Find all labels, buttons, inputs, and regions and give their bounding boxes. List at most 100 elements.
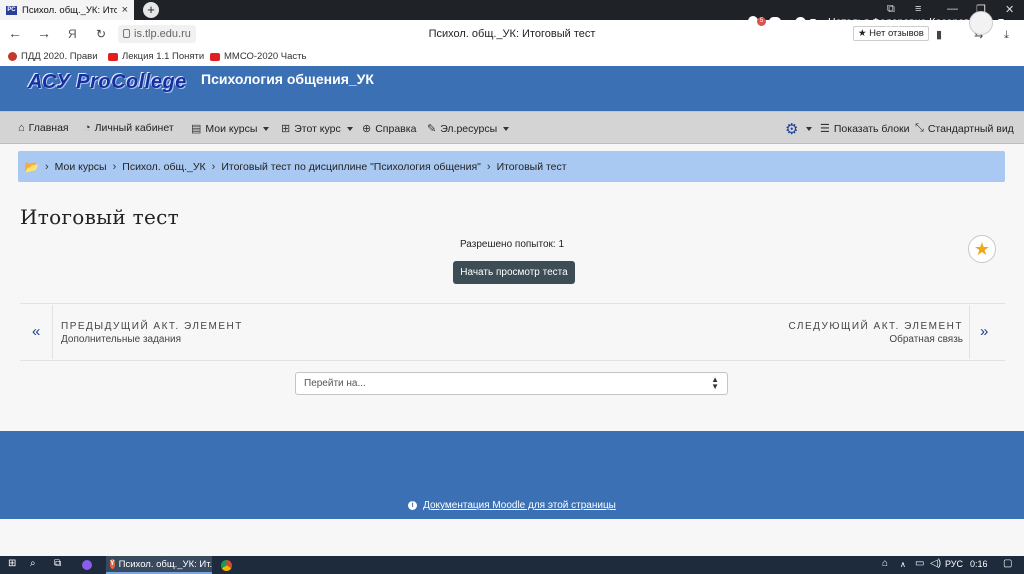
page-title: Итоговый тест	[20, 205, 179, 229]
taskbar-browser-app[interactable]: Y Психол. общ._УК: Ит...	[106, 556, 212, 574]
collections-icon[interactable]: ⧉	[887, 3, 895, 16]
breadcrumb-separator-icon: ›	[112, 160, 117, 173]
menu-item-dashboard[interactable]: ◔ Личный кабинет	[84, 122, 174, 134]
menu-item-this-course[interactable]: ⊞ Этот курс	[281, 122, 353, 135]
clock[interactable]: 0:16	[970, 559, 988, 569]
site-favicon-icon: РС	[6, 5, 17, 15]
breadcrumb-item[interactable]: Психол. общ._УК	[122, 161, 205, 173]
breadcrumb-item[interactable]: Итоговый тест по дисциплине "Психология …	[221, 161, 481, 173]
menu-item-label: Справка	[375, 122, 417, 135]
prev-activity-name[interactable]: Дополнительные задания	[61, 334, 181, 345]
chrome-icon[interactable]	[221, 560, 232, 571]
breadcrumb-separator-icon: ›	[211, 160, 216, 173]
select-arrows-icon: ▲ ▼	[711, 375, 719, 391]
search-icon[interactable]: ⌕	[30, 558, 36, 569]
menu-item-home[interactable]: ⌂ Главная	[18, 122, 69, 134]
input-language[interactable]: РУС	[945, 559, 963, 569]
yandex-browser-icon: Y	[110, 559, 115, 569]
menu-item-help[interactable]: ⊕ Справка	[362, 122, 417, 136]
moodle-docs-link[interactable]: i Документация Moodle для этой страницы	[0, 500, 1024, 511]
menu-item-label: Личный кабинет	[94, 122, 174, 134]
breadcrumb-separator-icon: ›	[486, 160, 491, 173]
main-menu-bar: ⌂ Главная ◔ Личный кабинет ▤ Мои курсы ⊞…	[0, 111, 1024, 144]
network-icon[interactable]: ▭	[915, 558, 924, 569]
standard-view-button[interactable]: ⤡ Стандартный вид	[915, 122, 1014, 135]
new-tab-button[interactable]: +	[143, 2, 159, 18]
user-name[interactable]: Наталья Федоровна Косарева	[828, 16, 975, 28]
bookmarks-bar: ПДД 2020. Прави Лекция 1.1 Поняти ММСО-2…	[0, 48, 1024, 66]
avatar[interactable]	[969, 11, 993, 35]
show-blocks-button[interactable]: ☰ Показать блоки	[820, 122, 910, 136]
jump-to-placeholder: Перейти на...	[304, 378, 366, 389]
bookmark-label: ПДД 2020. Прави	[21, 51, 98, 62]
start-preview-button[interactable]: Начать просмотр теста	[453, 261, 575, 284]
chevron-down-icon[interactable]	[810, 19, 816, 23]
breadcrumb-separator-icon: ›	[44, 160, 49, 173]
notifications-icon[interactable]: ▢	[1003, 558, 1012, 569]
dashboard-icon: ◔	[84, 122, 91, 134]
caret-down-icon	[503, 126, 510, 131]
minimize-icon[interactable]: —	[947, 3, 958, 15]
windows-start-icon[interactable]: ⊞	[8, 558, 16, 569]
bookmark-item[interactable]: Лекция 1.1 Поняти	[108, 51, 204, 62]
youtube-icon	[108, 52, 118, 61]
browser-tab[interactable]: РС Психол. общ._УК: Итого ×	[0, 0, 134, 20]
volume-icon[interactable]: ◁)	[930, 558, 941, 569]
bookmark-item[interactable]: ММСО-2020 Часть	[210, 51, 306, 62]
page-bottom-area	[0, 519, 1024, 556]
next-activity-name[interactable]: Обратная связь	[889, 334, 963, 345]
task-view-icon[interactable]: ⧉	[54, 558, 61, 569]
caret-down-icon	[346, 126, 353, 131]
prev-activity-label[interactable]: ПРЕДЫДУЩИЙ АКТ. ЭЛЕМЕНТ	[61, 321, 243, 332]
jump-to-select[interactable]: Перейти на... ▲ ▼	[295, 372, 728, 395]
gear-caret-icon[interactable]	[806, 127, 812, 131]
moodle-docs-label: Документация Moodle для этой страницы	[423, 500, 616, 511]
divider	[20, 360, 1005, 361]
double-chevron-right-icon[interactable]: »	[980, 323, 988, 340]
divider	[52, 305, 53, 359]
caret-down-icon	[263, 126, 270, 131]
breadcrumb-current: Итоговый тест	[496, 160, 567, 173]
site-footer: i Документация Moodle для этой страницы	[0, 431, 1024, 519]
menu-item-e-resources[interactable]: ✎ Эл.ресурсы	[427, 122, 510, 135]
site-logo[interactable]: АСУ ProCollege	[28, 71, 187, 94]
close-window-icon[interactable]: ✕	[1005, 3, 1014, 16]
menu-item-label: Эл.ресурсы	[440, 122, 498, 135]
windows-taskbar: ⊞ ⌕ ⧉ Y Психол. общ._УК: Ит... ⌂ ∧ ▭ ◁) …	[0, 556, 1024, 574]
standard-view-label: Стандартный вид	[927, 122, 1014, 135]
compress-icon: ⤡	[915, 122, 924, 134]
bookmark-label: Лекция 1.1 Поняти	[122, 51, 205, 62]
list-icon: ☰	[820, 123, 830, 135]
menu-item-label: Мои курсы	[205, 122, 258, 135]
breadcrumb-item[interactable]: Мои курсы	[55, 161, 107, 173]
bookmark-icon[interactable]: ▮	[936, 28, 942, 42]
chat-icon[interactable]	[769, 17, 781, 26]
wrench-icon: ✎	[427, 123, 437, 135]
tab-close-icon[interactable]: ×	[122, 4, 128, 16]
user-menu-chevron-icon[interactable]	[998, 19, 1004, 23]
site-header: АСУ ProCollege Психология общения_УК	[0, 66, 1024, 111]
download-icon[interactable]: ⤓	[1004, 28, 1009, 42]
pdd-favicon-icon	[8, 52, 17, 61]
menu-icon[interactable]: ≡	[915, 3, 921, 15]
youtube-icon	[210, 52, 220, 61]
course-title[interactable]: Психология общения_УК	[201, 71, 374, 87]
reviews-button[interactable]: ★ Нет отзывов	[853, 26, 929, 41]
globe-icon[interactable]	[795, 17, 806, 28]
chevron-up-icon[interactable]: ∧	[900, 560, 906, 569]
divider	[20, 303, 1005, 304]
sitemap-icon: ⊞	[281, 123, 291, 135]
star-icon[interactable]: ★	[968, 235, 996, 263]
breadcrumb: 📂 › Мои курсы › Психол. общ._УК › Итогов…	[18, 151, 1005, 182]
tab-title: Психол. общ._УК: Итого	[22, 4, 117, 16]
folder-open-icon: 📂	[24, 159, 39, 174]
divider	[969, 305, 970, 359]
alice-icon[interactable]	[82, 560, 92, 570]
next-activity-label[interactable]: СЛЕДУЮЩИЙ АКТ. ЭЛЕМЕНТ	[789, 321, 963, 332]
menu-item-my-courses[interactable]: ▤ Мои курсы	[191, 122, 270, 135]
double-chevron-left-icon[interactable]: «	[32, 323, 40, 340]
gear-icon[interactable]: ⚙	[785, 120, 798, 138]
people-icon[interactable]: ⌂	[882, 558, 888, 569]
bookmark-item[interactable]: ПДД 2020. Прави	[8, 51, 98, 62]
notification-badge: 5	[757, 17, 766, 26]
